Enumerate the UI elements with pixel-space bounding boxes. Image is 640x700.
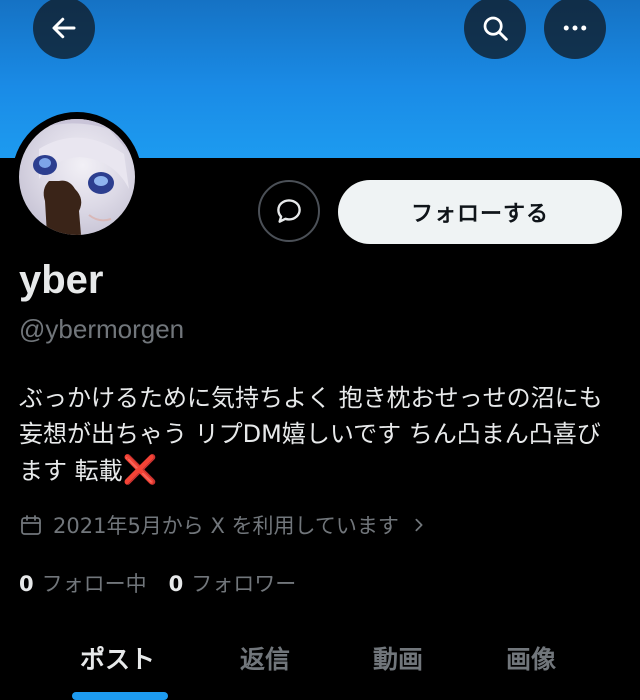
tab-replies[interactable]: 返信 <box>240 640 290 676</box>
display-name: yber <box>19 258 104 302</box>
user-handle: @ybermorgen <box>19 314 185 344</box>
calendar-icon <box>19 513 43 537</box>
followers-link[interactable]: 0 フォロワー <box>169 568 297 598</box>
active-tab-indicator <box>72 692 168 700</box>
follow-button[interactable]: フォローする <box>338 180 622 244</box>
joined-date: 2021年5月から X を利用しています <box>53 514 399 538</box>
profile-bio: ぶっかけるために気持ちよく 抱き枕おせっせの沼にも 妄想が出ちゃう リプDM嬉し… <box>19 380 619 489</box>
arrow-left-icon <box>52 17 76 39</box>
tab-posts[interactable]: ポスト <box>80 640 155 676</box>
avatar[interactable] <box>12 112 142 242</box>
tab-images[interactable]: 画像 <box>506 640 556 676</box>
search-icon <box>483 16 508 41</box>
message-button[interactable] <box>258 180 320 242</box>
chevron-right-icon <box>411 517 427 533</box>
following-link[interactable]: 0 フォロー中 <box>19 568 147 598</box>
more-button[interactable] <box>544 0 606 59</box>
more-horizontal-icon <box>563 25 587 31</box>
following-count: 0 <box>19 572 34 596</box>
profile-tabs: ポスト 返信 動画 画像 <box>0 620 640 700</box>
tab-videos[interactable]: 動画 <box>373 640 423 676</box>
followers-label: フォロワー <box>191 572 297 596</box>
joined-date-link[interactable]: 2021年5月から X を利用しています <box>19 510 427 540</box>
bio-text: ぶっかけるために気持ちよく 抱き枕おせっせの沼にも 妄想が出ちゃう リプDM嬉し… <box>19 384 603 485</box>
message-bubble-icon <box>277 199 301 223</box>
followers-count: 0 <box>168 572 184 596</box>
follow-stats: 0 フォロー中 0 フォロワー <box>19 568 296 598</box>
search-button[interactable] <box>464 0 526 59</box>
bio-cross-mark: ❌ <box>122 453 158 486</box>
avatar-image <box>19 119 135 235</box>
back-button[interactable] <box>33 0 95 59</box>
following-label: フォロー中 <box>41 572 147 596</box>
